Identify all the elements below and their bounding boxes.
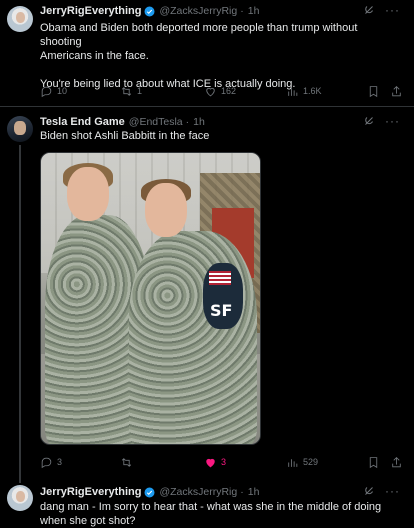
- repost-count: 1: [137, 86, 143, 96]
- reply-count: 3: [57, 457, 63, 467]
- reply-button[interactable]: 10: [40, 85, 67, 98]
- tweet-text-line: Americans in the face.: [40, 50, 149, 62]
- like-count: 162: [221, 86, 237, 96]
- photo-person-right: [129, 231, 257, 444]
- tweet-text-line: Biden shot Ashli Babbitt in the face: [40, 130, 210, 142]
- timestamp[interactable]: 1h: [248, 486, 260, 498]
- photo-face-left: [67, 167, 109, 221]
- like-button[interactable]: 162: [204, 85, 236, 98]
- tweet-header: Tesla End Game @EndTesla · 1h ···: [40, 115, 404, 129]
- tweet-header: JerryRigEverything @ZacksJerryRig · 1h ·…: [40, 485, 404, 499]
- action-bar: 10 1 162 1.6K: [40, 84, 402, 98]
- tweet-text-line: Obama and Biden both deported more peopl…: [40, 22, 358, 48]
- separator-dot: ·: [240, 5, 244, 17]
- more-icon[interactable]: ···: [385, 115, 400, 127]
- bookmark-icon: [369, 456, 378, 468]
- repost-button[interactable]: [120, 456, 137, 469]
- tweet-text: Obama and Biden both deported more peopl…: [40, 21, 360, 91]
- reply-button[interactable]: 3: [40, 456, 62, 469]
- like-button[interactable]: 3: [204, 456, 226, 469]
- tweet-1[interactable]: JerryRigEverything @ZacksJerryRig · 1h ·…: [0, 0, 414, 105]
- photo-flag-patch: [209, 271, 231, 285]
- share-icon: [392, 456, 401, 467]
- tweet-text: Biden shot Ashli Babbitt in the face: [40, 129, 360, 143]
- views-button[interactable]: 529: [286, 456, 318, 469]
- verified-badge-icon: [144, 6, 155, 16]
- tweet-text-line: when she got shot?: [40, 515, 136, 527]
- more-icon[interactable]: ···: [385, 485, 400, 497]
- tweet-3[interactable]: JerryRigEverything @ZacksJerryRig · 1h ·…: [0, 478, 414, 528]
- author-name[interactable]: JerryRigEverything: [40, 5, 141, 17]
- grok-icon[interactable]: [363, 115, 375, 127]
- views-icon: [288, 458, 298, 467]
- timestamp[interactable]: 1h: [193, 116, 205, 128]
- tweet-header: JerryRigEverything @ZacksJerryRig · 1h ·…: [40, 4, 404, 18]
- views-icon: [288, 87, 298, 96]
- author-name[interactable]: JerryRigEverything: [40, 486, 141, 498]
- verified-badge-icon: [144, 487, 155, 497]
- like-icon: [206, 87, 215, 96]
- separator-dot: ·: [185, 116, 190, 128]
- like-icon: [206, 458, 215, 467]
- reply-icon: [41, 86, 52, 97]
- tweet-text-line: [40, 63, 360, 77]
- views-count: 1.6K: [303, 86, 322, 96]
- tweet-text-line: dang man - Im sorry to hear that - what …: [40, 501, 382, 513]
- separator-dot: ·: [240, 486, 244, 498]
- share-button[interactable]: [390, 85, 403, 98]
- share-icon: [392, 85, 401, 96]
- author-handle[interactable]: @ZacksJerryRig: [159, 5, 237, 17]
- avatar[interactable]: [7, 485, 33, 511]
- photo-face-right: [145, 183, 187, 237]
- author-handle[interactable]: @EndTesla: [129, 116, 183, 128]
- reply-count: 10: [57, 86, 68, 96]
- bookmark-button[interactable]: [367, 456, 380, 469]
- bookmark-button[interactable]: [367, 85, 380, 98]
- views-count: 529: [303, 457, 319, 467]
- reply-icon: [41, 457, 52, 468]
- author-handle[interactable]: @ZacksJerryRig: [159, 486, 237, 498]
- grok-icon[interactable]: [363, 485, 375, 497]
- action-bar: 3 3 529: [40, 455, 402, 469]
- thread-line: [19, 145, 21, 483]
- grok-icon[interactable]: [363, 4, 375, 16]
- repost-icon: [121, 86, 132, 96]
- tweet-photo[interactable]: SF: [40, 152, 261, 445]
- tweet-text: dang man - Im sorry to hear that - what …: [40, 500, 390, 528]
- views-button[interactable]: 1.6K: [286, 85, 322, 98]
- avatar[interactable]: [7, 116, 33, 142]
- bookmark-icon: [369, 85, 378, 97]
- more-icon[interactable]: ···: [385, 4, 400, 16]
- author-name[interactable]: Tesla End Game: [40, 116, 125, 128]
- timestamp[interactable]: 1h: [248, 5, 260, 17]
- share-button[interactable]: [390, 456, 403, 469]
- photo-patch-text: SF: [210, 301, 233, 320]
- repost-icon: [121, 457, 132, 467]
- like-count: 3: [221, 457, 227, 467]
- avatar[interactable]: [7, 6, 33, 32]
- repost-button[interactable]: 1: [120, 85, 142, 98]
